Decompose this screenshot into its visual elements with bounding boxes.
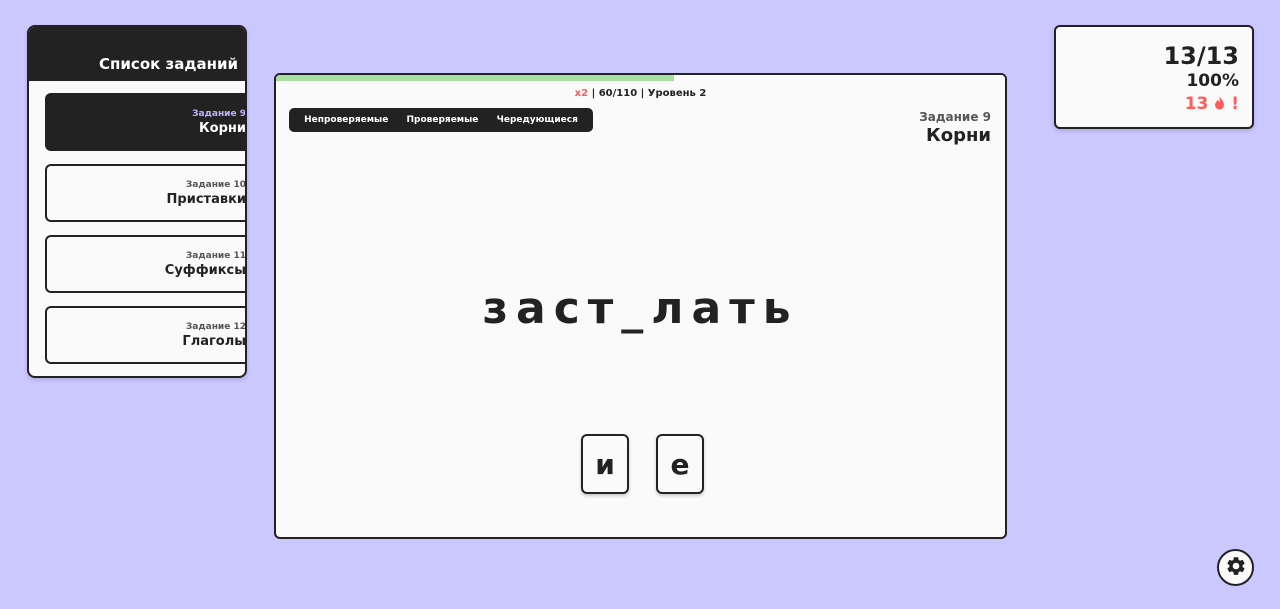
- task-item-title: Суффиксы: [164, 262, 246, 278]
- tab-alternating[interactable]: Чередующиеся: [497, 115, 578, 125]
- current-task-label: Задание 9 Корни: [919, 109, 991, 147]
- current-task-title: Корни: [925, 125, 991, 146]
- streak-counter: 13 !: [1056, 92, 1239, 116]
- tab-verifiable[interactable]: Проверяемые: [407, 115, 479, 125]
- settings-button[interactable]: [1217, 549, 1254, 586]
- fire-icon: [1214, 94, 1231, 114]
- task-list-title: Список заданий: [99, 55, 238, 73]
- score-percent: 100%: [1186, 71, 1239, 91]
- streak-suffix: !: [1231, 94, 1239, 114]
- task-list-panel: Список заданий Задание 9 Корни Задание 1…: [27, 25, 247, 378]
- tab-unverifiable[interactable]: Непроверяемые: [304, 115, 388, 125]
- task-item-number: Задание 12: [185, 321, 246, 332]
- task-item-10[interactable]: Задание 10 Приставки: [45, 164, 246, 222]
- score-count: 13/13: [1163, 42, 1239, 70]
- gear-icon: [1225, 555, 1247, 581]
- task-item-number: Задание 11: [185, 250, 246, 261]
- status-line: x2 | 60/110 | Уровень 2: [276, 88, 1005, 99]
- task-item-number: Задание 9: [192, 108, 246, 119]
- status-separator: |: [591, 88, 599, 99]
- progress-bar: [276, 75, 1005, 81]
- multiplier: x2: [574, 88, 589, 99]
- answer-choice-e[interactable]: е: [656, 434, 704, 494]
- task-item-title: Глаголы: [182, 333, 246, 349]
- task-item-title: Приставки: [166, 191, 246, 207]
- category-tabs: Непроверяемые Проверяемые Чередующиеся: [289, 108, 593, 132]
- task-item-11[interactable]: Задание 11 Суффиксы: [45, 235, 246, 293]
- streak-value: 13: [1184, 94, 1209, 114]
- status-separator: |: [640, 88, 648, 99]
- exercise-word: заст_лать: [482, 283, 799, 334]
- task-item-12[interactable]: Задание 12 Глаголы: [45, 306, 246, 364]
- score-panel: 13/13 100% 13 !: [1054, 25, 1254, 129]
- progress-counter: 60/110: [598, 88, 638, 99]
- exercise-panel: x2 | 60/110 | Уровень 2 Непроверяемые Пр…: [274, 73, 1007, 539]
- level-label: Уровень 2: [647, 88, 707, 99]
- answer-choice-i[interactable]: и: [581, 434, 629, 494]
- progress-bar-fill: [276, 75, 674, 81]
- task-list-header: Список заданий: [29, 27, 245, 81]
- task-item-title: Корни: [199, 120, 246, 136]
- current-task-number: Задание 9: [919, 110, 991, 124]
- task-item-9[interactable]: Задание 9 Корни: [45, 93, 246, 151]
- task-item-number: Задание 10: [185, 179, 246, 190]
